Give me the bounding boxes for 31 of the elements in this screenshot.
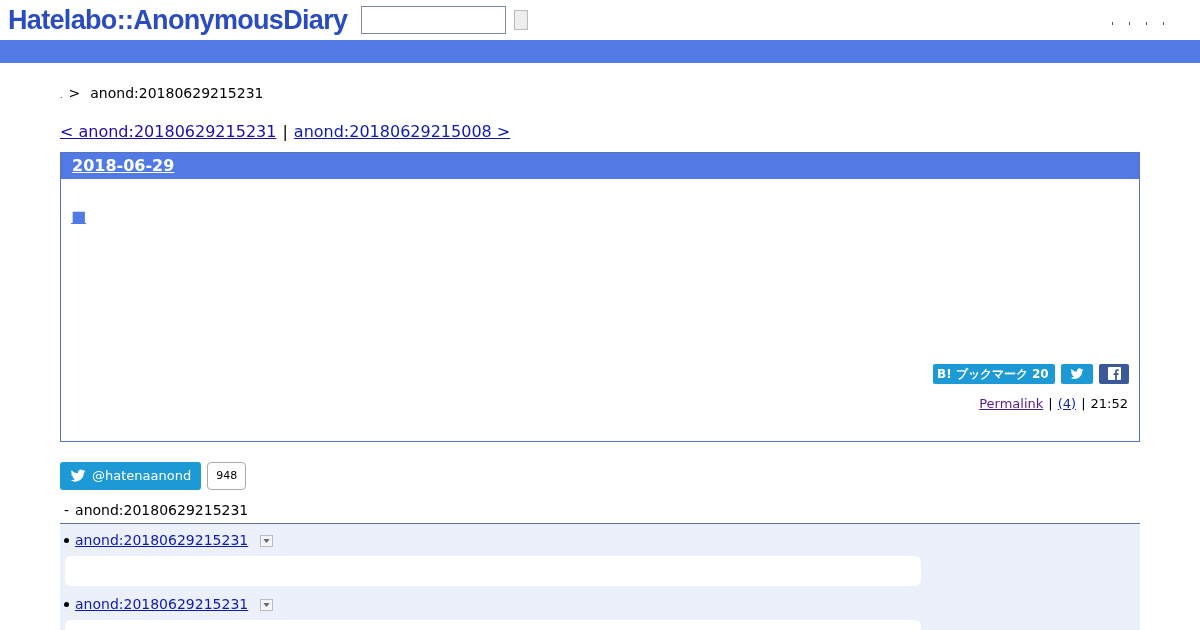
follower-count: 948 <box>207 462 247 490</box>
bullet-icon <box>64 602 69 607</box>
reference-marker: - <box>64 501 70 520</box>
footer-separator: | <box>1081 394 1086 413</box>
previous-link[interactable]: < anond:20180629215231 <box>60 120 277 144</box>
caret-icon <box>263 602 271 607</box>
comments-link[interactable]: (4) <box>1057 393 1077 413</box>
bird-icon <box>1070 366 1084 381</box>
dropdown-button[interactable] <box>260 534 274 547</box>
breadcrumb-current: anond:20180629215231 <box>90 84 264 103</box>
entry-title-link[interactable]: ■ <box>71 207 87 226</box>
facebook-icon <box>1107 367 1121 380</box>
pager-divider: | <box>282 121 288 143</box>
reference-link[interactable]: anond:20180629215231 <box>75 594 249 615</box>
reference-link[interactable]: anond:20180629215231 <box>75 530 249 551</box>
search-field[interactable] <box>361 6 507 34</box>
breadcrumb-dot: . <box>60 90 63 102</box>
footer-separator: | <box>1048 394 1053 413</box>
caret-icon <box>263 538 271 543</box>
next-link[interactable]: anond:20180629215008 > <box>293 120 511 144</box>
bullet-icon <box>64 538 69 543</box>
bird-icon <box>70 468 86 484</box>
permalink-link[interactable]: Permalink <box>979 393 1044 413</box>
entry-time: 21:52 <box>1090 394 1128 413</box>
date-link[interactable]: 2018-06-29 <box>72 154 175 178</box>
reference-title: anond:20180629215231 <box>75 501 249 520</box>
dropdown-button[interactable] <box>260 598 274 611</box>
site-logo[interactable]: Hatelabo::AnonymousDiary <box>8 0 348 41</box>
facebook-share-button[interactable] <box>1099 363 1129 384</box>
breadcrumb-separator: > <box>68 84 81 103</box>
tweet-button[interactable] <box>1061 363 1093 384</box>
